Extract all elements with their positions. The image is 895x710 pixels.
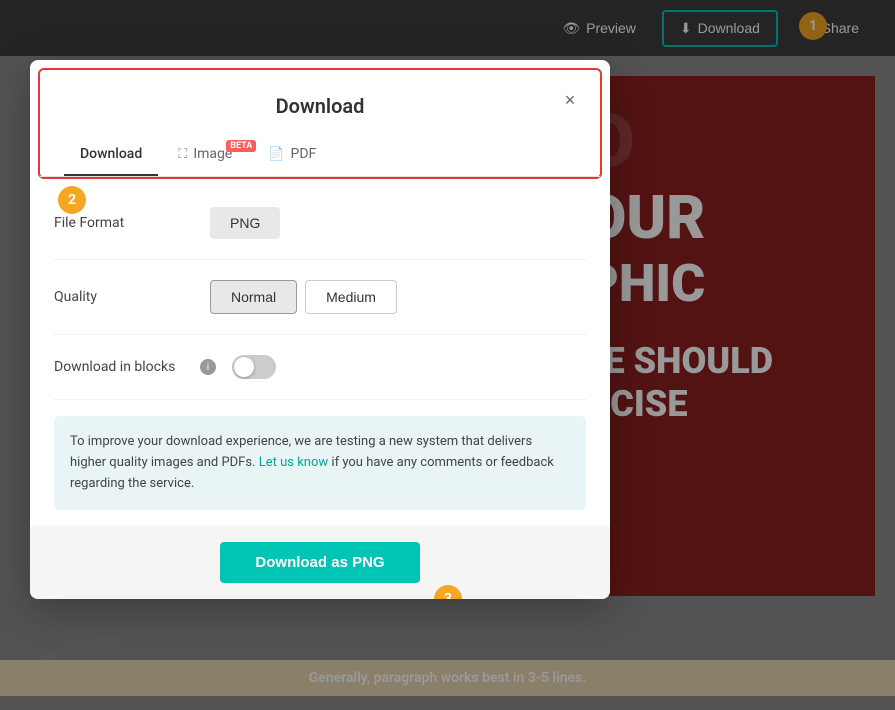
step-2-number: 2 [68,192,76,208]
modal-title: Download [64,94,576,118]
modal-footer: Download as PNG [30,526,610,599]
pdf-tab-icon: 📄 [268,147,284,162]
download-blocks-label: Download in blocks [54,359,194,375]
download-tab-label: Download [80,146,142,162]
step-2-indicator: 2 [58,186,86,214]
info-icon[interactable]: i [200,359,216,375]
download-blocks-toggle[interactable] [232,355,276,379]
tab-pdf[interactable]: 📄 PDF [252,134,332,176]
modal-overlay: 2 Download × Download ⛶ Image BETA [0,0,895,710]
quality-medium-button[interactable]: Medium [305,280,397,314]
tab-image[interactable]: ⛶ Image BETA [162,134,248,176]
step-3-number: 3 [444,591,452,599]
image-tab-icon: ⛶ [178,147,187,162]
download-blocks-row: Download in blocks i [54,335,586,400]
let-us-know-link[interactable]: Let us know [259,455,332,470]
quality-row: Quality Normal Medium [54,260,586,335]
file-format-row: File Format PNG [54,187,586,260]
file-format-controls: PNG [210,207,280,239]
file-format-label: File Format [54,215,194,231]
png-button[interactable]: PNG [210,207,280,239]
modal-tabs: Download ⛶ Image BETA 📄 PDF [40,134,600,177]
modal-close-button[interactable]: × [556,86,584,114]
modal-body: File Format PNG Quality Normal Medium [30,187,610,510]
quality-controls: Normal Medium [210,280,397,314]
quality-label: Quality [54,289,194,305]
pdf-tab-label: PDF [291,146,317,162]
download-as-png-button[interactable]: Download as PNG [220,542,420,583]
tab-download[interactable]: Download [64,134,158,176]
quality-normal-button[interactable]: Normal [210,280,297,314]
modal-header-outline: Download × Download ⛶ Image BETA 📄 PDF [38,68,602,179]
modal-header: Download × [40,70,600,118]
info-box: To improve your download experience, we … [54,416,586,510]
download-blocks-label-group: Download in blocks i [54,359,216,375]
download-modal: Download × Download ⛶ Image BETA 📄 PDF [30,60,610,599]
